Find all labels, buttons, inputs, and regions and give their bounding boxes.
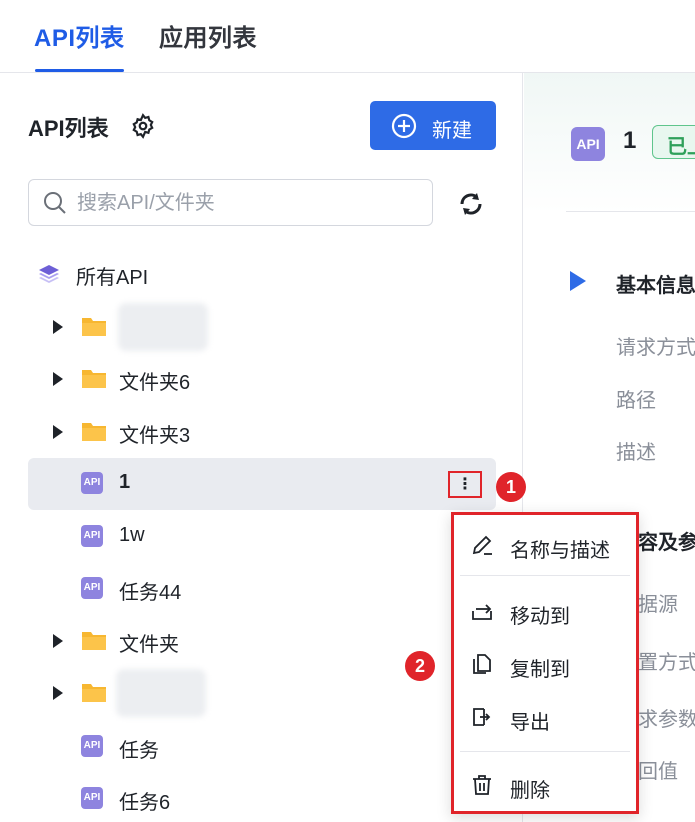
- active-tab-indicator: [35, 69, 124, 72]
- tree-api-row[interactable]: API 任务: [28, 721, 496, 773]
- menu-item-copy[interactable]: 复制到: [454, 638, 636, 690]
- api-sidebar: API列表 新建 所有API: [0, 73, 523, 822]
- all-apis-label: 所有API: [76, 267, 149, 289]
- menu-item-move[interactable]: 移动到: [454, 585, 636, 637]
- tree-folder-row[interactable]: 文件夹6: [28, 353, 496, 405]
- menu-divider: [460, 751, 630, 752]
- api-icon: API: [571, 127, 605, 161]
- tree-api-row[interactable]: API 任务6: [28, 773, 496, 822]
- folder-icon: [82, 318, 106, 336]
- copy-icon: [473, 654, 491, 674]
- delete-icon: [473, 775, 491, 795]
- layers-icon: [39, 265, 59, 283]
- new-button-label: 新建: [432, 120, 472, 142]
- folder-label: 文件夹3: [119, 425, 191, 447]
- menu-label: 名称与描述: [510, 540, 610, 562]
- menu-label: 删除: [510, 780, 550, 802]
- status-badge: 已上: [652, 125, 695, 159]
- redacted-name: [116, 669, 206, 717]
- api-icon: API: [81, 735, 103, 757]
- annotation-badge-2: 2: [405, 651, 435, 681]
- field-label: 求参数: [638, 709, 695, 731]
- more-actions-button[interactable]: ⋮: [448, 471, 482, 498]
- api-name: 1: [623, 127, 637, 154]
- field-label: 描述: [616, 442, 656, 464]
- folder-label: 文件夹6: [119, 372, 191, 394]
- field-label: 置方式: [638, 652, 695, 674]
- caret-right-icon[interactable]: [53, 634, 63, 648]
- menu-label: 移动到: [510, 606, 570, 628]
- folder-icon: [82, 370, 106, 388]
- tree-folder-row[interactable]: 文件夹3: [28, 406, 496, 458]
- section-basic-info: 基本信息: [616, 275, 695, 297]
- section-marker-icon: [570, 271, 586, 291]
- search-input[interactable]: [77, 189, 417, 217]
- divider: [566, 211, 695, 212]
- redacted-name: [118, 303, 208, 351]
- menu-divider: [460, 575, 630, 576]
- folder-icon: [82, 684, 106, 702]
- api-icon: API: [81, 577, 103, 599]
- caret-right-icon[interactable]: [53, 372, 63, 386]
- api-icon: API: [81, 787, 103, 809]
- plus-circle-icon: [391, 113, 417, 139]
- tab-api-list[interactable]: API列表: [34, 18, 125, 53]
- gear-icon[interactable]: [130, 113, 156, 139]
- api-label: 1w: [119, 524, 145, 546]
- search-box: [28, 179, 433, 226]
- tree-api-row[interactable]: API 任务44: [28, 563, 496, 615]
- api-icon: API: [81, 472, 103, 494]
- caret-right-icon[interactable]: [53, 425, 63, 439]
- api-label: 任务: [119, 740, 159, 762]
- menu-item-delete[interactable]: 删除: [454, 759, 636, 811]
- field-label: 请求方式: [616, 337, 695, 359]
- menu-label: 复制到: [510, 659, 570, 681]
- menu-item-export[interactable]: 导出: [454, 691, 636, 743]
- search-icon: [44, 192, 66, 214]
- field-label: 据源: [638, 594, 678, 616]
- top-tabs: API列表 应用列表: [0, 0, 695, 73]
- tab-app-list[interactable]: 应用列表: [159, 18, 257, 53]
- edit-icon: [472, 535, 492, 555]
- caret-right-icon[interactable]: [53, 686, 63, 700]
- api-icon: API: [81, 525, 103, 547]
- menu-item-rename[interactable]: 名称与描述: [454, 519, 636, 571]
- folder-icon: [82, 632, 106, 650]
- folder-label: 文件夹: [119, 634, 179, 656]
- tree-api-row-selected[interactable]: API 1 ⋮: [28, 458, 496, 510]
- api-label: 任务44: [119, 582, 182, 604]
- export-icon: [473, 708, 491, 726]
- sidebar-title: API列表: [28, 116, 109, 141]
- api-label: 1: [119, 471, 131, 493]
- caret-right-icon[interactable]: [53, 320, 63, 334]
- annotation-badge-1: 1: [496, 472, 526, 502]
- new-button[interactable]: 新建: [370, 101, 496, 150]
- field-label: 回值: [638, 761, 678, 783]
- tree-folder-row[interactable]: [28, 301, 496, 353]
- menu-label: 导出: [510, 712, 550, 734]
- field-label: 路径: [616, 390, 656, 412]
- api-label: 任务6: [119, 792, 171, 814]
- tree-api-row[interactable]: API 1w: [28, 511, 496, 563]
- section-content-params: 容及参: [638, 532, 695, 554]
- context-menu: 名称与描述 移动到 复制到 导出 删除: [451, 512, 639, 814]
- folder-icon: [82, 423, 106, 441]
- refresh-icon[interactable]: [457, 190, 485, 218]
- all-apis-row[interactable]: 所有API: [28, 248, 496, 300]
- more-vertical-icon: ⋮: [457, 475, 473, 493]
- move-icon: [472, 604, 492, 620]
